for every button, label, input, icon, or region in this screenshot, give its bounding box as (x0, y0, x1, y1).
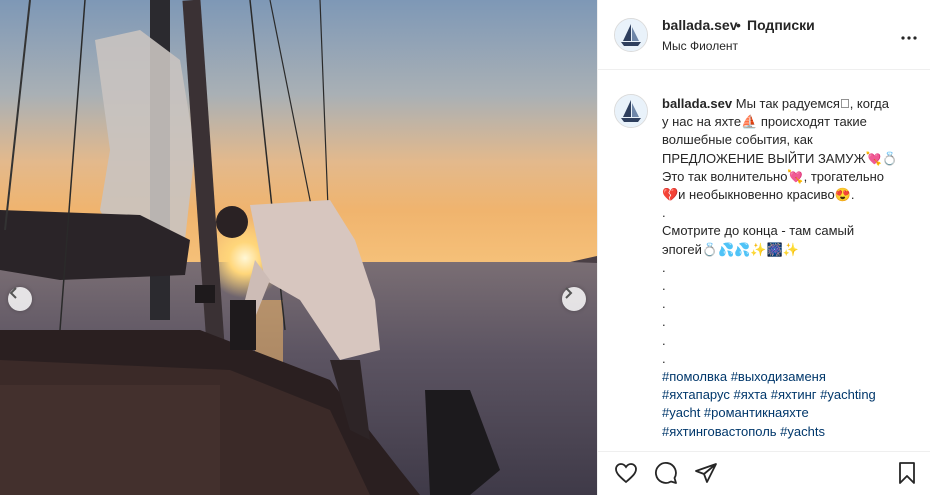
hashtag-line[interactable]: #yacht #романтикнаяхте (662, 404, 914, 422)
caption-avatar[interactable] (614, 94, 648, 128)
caption-line: . (662, 332, 666, 348)
post-caption: ballada.sev Мы так радуемся , когда у на… (662, 95, 914, 441)
avatar[interactable] (614, 18, 648, 52)
caption-line: Смотрите до конца - там самый (662, 223, 855, 239)
post-side-panel: ballada.sev • Подписки Мыс Фиолент balla… (597, 0, 930, 495)
hashtag-line[interactable]: #яхтапарус #яхта #яхтинг #yachting (662, 386, 914, 404)
caption-username[interactable]: ballada.sev (662, 96, 732, 111)
hashtag-line[interactable]: #яхтинговастополь #yachts (662, 423, 914, 441)
more-options-icon (901, 36, 917, 40)
caption-line: Это так волнительно💘, трогательно (662, 168, 885, 184)
caption-line: . (662, 296, 666, 312)
author-username[interactable]: ballada.sev (662, 17, 738, 33)
caption-line: . (662, 350, 666, 366)
caption-line: 💔и необыкновенно красиво😍. (662, 187, 855, 203)
chevron-right-icon (565, 287, 573, 299)
caption-line: . (662, 259, 666, 275)
chevron-left-icon (9, 287, 17, 299)
caption-line: у нас на яхте⛵ происходят такие (662, 114, 867, 130)
caption-line: ПРЕДЛОЖЕНИЕ ВЫЙТИ ЗАМУЖ💘💍 (662, 150, 898, 166)
post-location[interactable]: Мыс Фиолент (662, 39, 738, 53)
post-header: ballada.sev • Подписки Мыс Фиолент (598, 0, 930, 70)
paper-plane-icon (695, 463, 717, 483)
caption-line: волшебные события, как (662, 132, 813, 148)
like-button[interactable] (614, 461, 638, 485)
comment-button[interactable] (654, 461, 678, 485)
bookmark-icon (899, 462, 915, 484)
separator-dot: • (736, 17, 741, 33)
caption-line: Мы так радуемся , когда (735, 96, 889, 111)
following-button[interactable]: Подписки (747, 17, 815, 33)
post-photo[interactable] (0, 0, 597, 495)
carousel-next-button[interactable] (562, 287, 586, 311)
caption-line: . (662, 314, 666, 330)
sunset-yacht-photo (0, 0, 597, 495)
more-options-button[interactable] (901, 25, 917, 43)
sailboat-avatar-icon (615, 19, 647, 51)
caption-line: эпогей💍💦💦✨🎆✨ (662, 241, 799, 257)
sailboat-avatar-icon (615, 95, 647, 127)
comments-area[interactable]: ballada.sev Мы так радуемся , когда у на… (598, 70, 930, 451)
caption-line: . (662, 278, 666, 294)
hashtag-line[interactable]: #помолвка #выходизаменя (662, 368, 914, 386)
comment-icon (655, 462, 677, 484)
caption-line: . (662, 205, 666, 221)
share-button[interactable] (694, 461, 718, 485)
save-button[interactable] (895, 461, 919, 485)
carousel-prev-button[interactable] (8, 287, 32, 311)
heart-icon (615, 463, 637, 484)
post-actions-bar (598, 451, 930, 495)
